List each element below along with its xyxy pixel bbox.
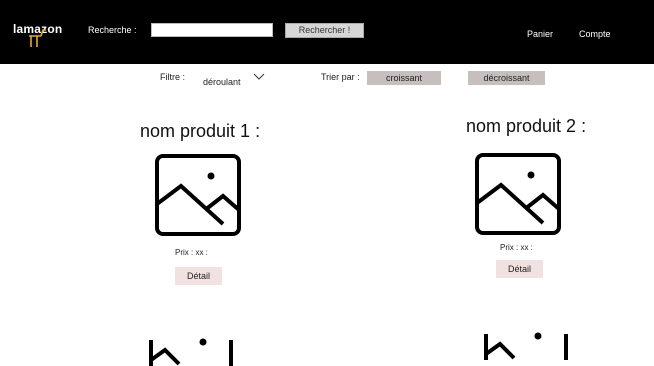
filter-dropdown[interactable]: déroulant bbox=[203, 70, 265, 87]
product-title: nom produit 1 : bbox=[140, 121, 261, 141]
sort-ascending-button[interactable]: croissant bbox=[367, 71, 441, 85]
llama-icon bbox=[29, 29, 46, 47]
brand-logo[interactable]: lamazon bbox=[13, 20, 62, 47]
image-placeholder-icon bbox=[484, 332, 568, 360]
filter-label: Filtre : bbox=[160, 72, 186, 82]
search-label: Recherche : bbox=[88, 25, 137, 35]
sort-label: Trier par : bbox=[321, 72, 360, 82]
image-placeholder-icon bbox=[475, 153, 561, 235]
product-price: Prix : xx : bbox=[175, 248, 208, 257]
image-placeholder-icon bbox=[149, 338, 233, 366]
search-button[interactable]: Rechercher ! bbox=[285, 23, 364, 38]
top-navbar: lamazon Recherche : Rechercher ! Panier … bbox=[0, 0, 654, 64]
product-title: nom produit 2 : bbox=[466, 116, 587, 136]
cart-link[interactable]: Panier bbox=[527, 29, 553, 39]
sort-descending-button[interactable]: décroissant bbox=[468, 71, 545, 85]
detail-button[interactable]: Détail bbox=[175, 267, 222, 285]
chevron-down-icon bbox=[253, 73, 265, 80]
account-link[interactable]: Compte bbox=[579, 29, 611, 39]
product-price: Prix : xx : bbox=[500, 243, 533, 252]
search-input[interactable] bbox=[151, 23, 273, 37]
detail-button[interactable]: Détail bbox=[496, 260, 543, 278]
image-placeholder-icon bbox=[155, 154, 241, 236]
filter-dropdown-value: déroulant bbox=[203, 77, 241, 87]
